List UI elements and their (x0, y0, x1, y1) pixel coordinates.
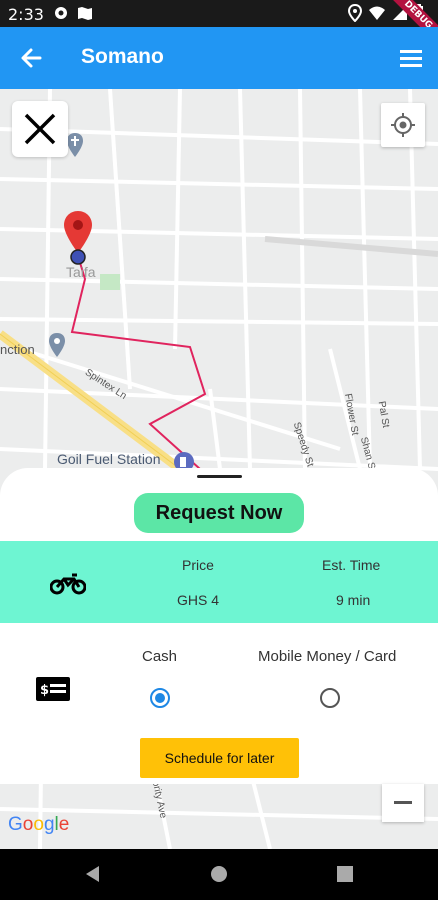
app-bar: Somano (0, 27, 438, 89)
my-location-icon (391, 113, 415, 137)
map-label-goil: Goil Fuel Station (57, 451, 161, 467)
map-status-icon (78, 7, 92, 20)
cash-radio[interactable] (150, 688, 170, 708)
google-logo: Google (8, 813, 72, 835)
location-status-icon (348, 4, 362, 22)
menu-icon[interactable] (398, 46, 424, 70)
nav-recents-icon[interactable] (336, 865, 354, 883)
nav-home-icon[interactable] (210, 865, 228, 883)
my-location-button[interactable] (381, 103, 425, 147)
map-label-junction: nction (0, 342, 35, 357)
time-value: 9 min (336, 592, 371, 608)
minus-icon (394, 801, 412, 804)
map-label-taifa: Taifa (66, 264, 96, 280)
status-time: 2:33 (8, 5, 44, 24)
close-icon (24, 113, 56, 145)
ride-option[interactable]: Price GHS 4 Est. Time 9 min (0, 541, 438, 623)
destination-pin-icon (64, 211, 92, 253)
nav-back-icon[interactable] (84, 865, 102, 883)
price-value: GHS 4 (177, 592, 220, 608)
page-title: Somano (81, 45, 164, 68)
motorcycle-icon (50, 573, 86, 595)
settings-icon (55, 7, 67, 19)
church-pin-icon (67, 133, 83, 157)
status-bar: 2:33 DEBUG (0, 0, 438, 49)
money-icon: $ (36, 677, 70, 701)
svg-text:Google: Google (8, 814, 69, 835)
status-icons-left (52, 4, 94, 22)
sheet-drag-handle[interactable] (197, 475, 242, 478)
mobile-money-radio[interactable] (320, 688, 340, 708)
google-logo-mark: Google (8, 814, 69, 835)
junction-pin-icon (49, 333, 65, 357)
close-button[interactable] (12, 101, 68, 157)
request-now-button[interactable]: Request Now (134, 493, 304, 533)
svg-text:$: $ (40, 683, 49, 698)
origin-marker-icon (70, 249, 86, 265)
back-arrow-icon[interactable] (18, 44, 46, 72)
schedule-later-button[interactable]: Schedule for later (140, 738, 299, 778)
mobile-money-label: Mobile Money / Card (258, 648, 397, 665)
wifi-icon (369, 6, 385, 20)
system-nav-bar (0, 849, 438, 900)
time-label: Est. Time (322, 557, 381, 573)
zoom-out-button[interactable] (382, 784, 424, 822)
cash-label: Cash (142, 648, 178, 665)
price-label: Price (182, 557, 214, 573)
